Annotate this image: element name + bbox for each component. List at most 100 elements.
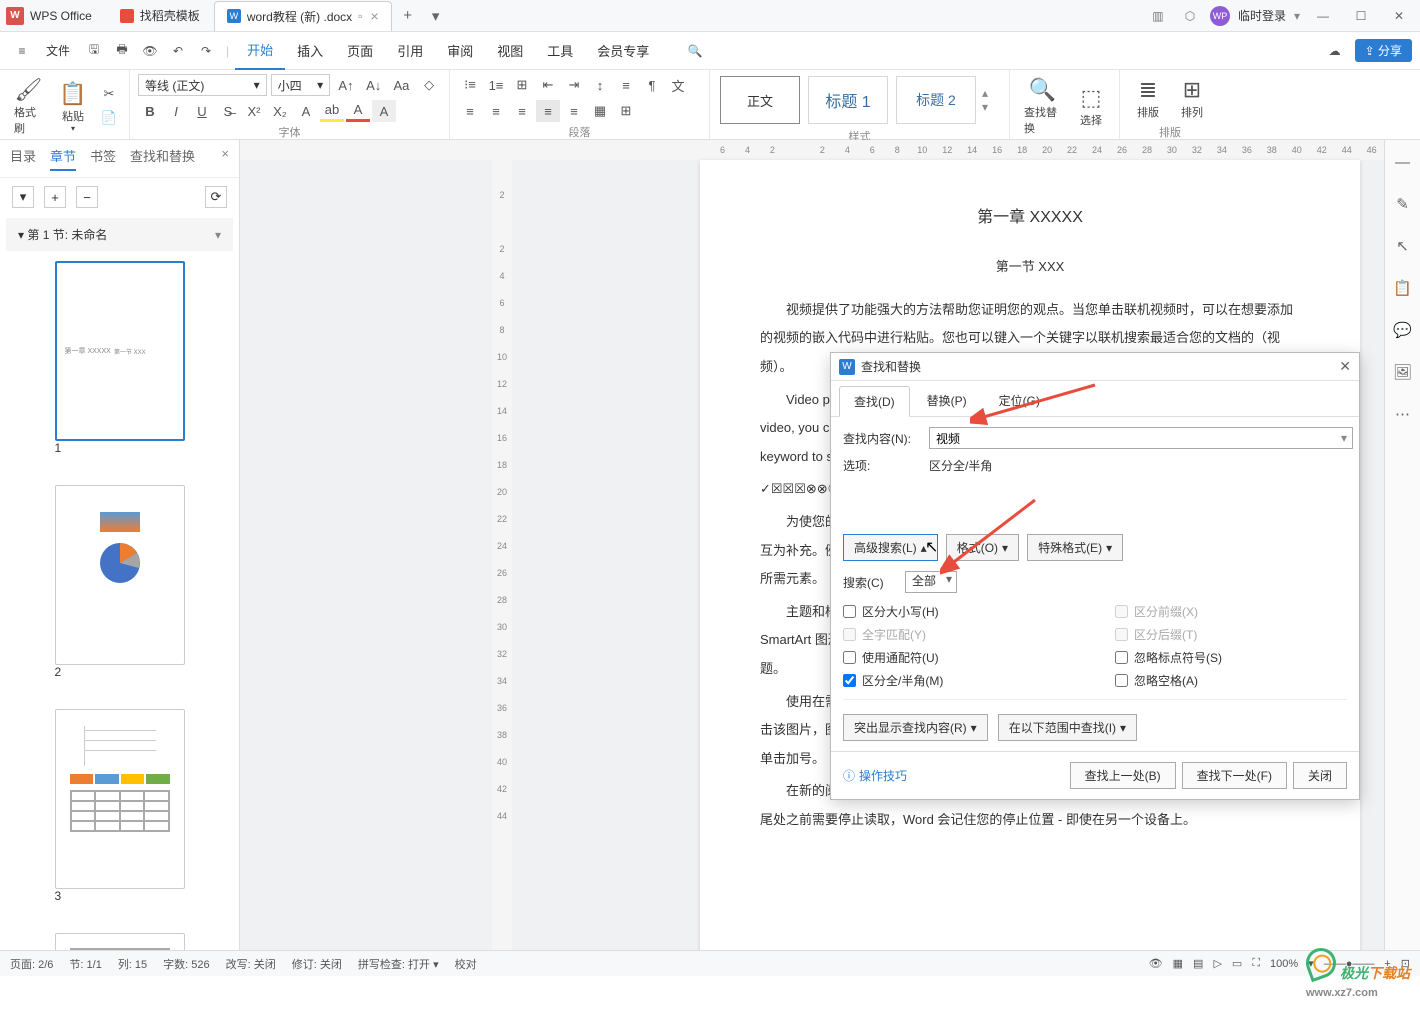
minus-icon[interactable]: — [1391,150,1415,174]
menu-start[interactable]: 开始 [235,32,285,70]
menu-view[interactable]: 视图 [485,32,535,70]
read-view-icon[interactable]: ▭ [1232,957,1242,970]
increase-font-icon[interactable]: A↑ [334,74,358,96]
tab-find[interactable]: 查找(D) [839,386,910,417]
find-in-button[interactable]: 在以下范围中查找(I) ▾ [998,714,1137,741]
check-wildcard[interactable]: 使用通配符(U) [843,649,1075,666]
close-button[interactable]: ✕ [1384,6,1414,26]
decrease-indent-icon[interactable]: ⇤ [536,74,560,96]
line-spacing-icon[interactable]: ≡ [614,74,638,96]
paste-button[interactable]: 📋粘贴▾ [53,78,93,135]
login-status[interactable]: 临时登录 [1238,7,1286,24]
status-page[interactable]: 页面: 2/6 [10,956,53,972]
cube-icon[interactable]: ⬡ [1178,4,1202,28]
check-punct[interactable]: 忽略标点符号(S) [1115,649,1347,666]
check-width[interactable]: 区分全/半角(M) [843,672,1075,689]
font-name-select[interactable]: 等线 (正文)▾ [138,74,267,96]
chat-icon[interactable]: 💬 [1391,318,1415,342]
page-thumb-3[interactable] [55,709,185,889]
remove-button[interactable]: − [76,186,98,208]
text-effect-icon[interactable]: A [294,100,318,122]
page-thumb-4[interactable] [55,933,185,950]
show-marks-icon[interactable]: ¶ [640,74,664,96]
menu-tools[interactable]: 工具 [535,32,585,70]
advanced-search-button[interactable]: 高级搜索(L) ▴ [843,534,938,561]
clear-format-icon[interactable]: ◇ [417,74,441,96]
align-right-icon[interactable]: ≡ [510,100,534,122]
more-icon[interactable]: ⋯ [1391,402,1415,426]
close-button[interactable]: 关闭 [1293,762,1347,789]
highlight-icon[interactable]: ab [320,100,344,122]
print-icon[interactable]: 🖶 [108,37,136,65]
format-painter-button[interactable]: 🖌格式刷 [8,74,49,138]
increase-indent-icon[interactable]: ⇥ [562,74,586,96]
collapse-button[interactable]: ▾ [12,186,34,208]
maximize-button[interactable]: ☐ [1346,6,1376,26]
align-button[interactable]: ⊞排列 [1172,74,1212,122]
check-space[interactable]: 忽略空格(A) [1115,672,1347,689]
nav-tab-find[interactable]: 查找和替换 [130,146,195,171]
menu-icon[interactable]: ≡ [8,37,36,65]
align-left-icon[interactable]: ≡ [458,100,482,122]
find-prev-button[interactable]: 查找上一处(B) [1070,762,1176,789]
fullscreen-icon[interactable]: ⛶ [1252,957,1260,970]
superscript-icon[interactable]: X² [242,100,266,122]
file-menu[interactable]: 文件 [46,42,70,59]
status-column[interactable]: 列: 15 [118,956,147,972]
refresh-button[interactable]: ⟳ [205,186,227,208]
grid-view-icon[interactable]: ▦ [1173,957,1183,970]
clipboard-icon[interactable]: 📋 [1391,276,1415,300]
multilevel-icon[interactable]: ⊞ [510,74,534,96]
char-shading-icon[interactable]: A [372,100,396,122]
status-proof[interactable]: 校对 [455,956,477,972]
style-h2[interactable]: 标题 2 [896,76,976,124]
redo-icon[interactable]: ↷ [192,37,220,65]
shading-icon[interactable]: ▦ [588,100,612,122]
strike-icon[interactable]: S̶ [216,100,240,122]
text-direction-icon[interactable]: 文 [666,74,690,96]
ruler-horizontal[interactable]: 6422468101214161820222426283032343638404… [240,140,1384,160]
bullet-list-icon[interactable]: ⁝≡ [458,74,482,96]
close-icon[interactable]: × [370,8,378,24]
find-next-button[interactable]: 查找下一处(F) [1182,762,1287,789]
font-size-select[interactable]: 小四▾ [271,74,330,96]
format-button[interactable]: 格式(O) ▾ [946,534,1019,561]
status-section[interactable]: 节: 1/1 [69,956,101,972]
find-replace-button[interactable]: 🔍查找替换 [1018,74,1067,138]
preview-icon[interactable]: 👁 [136,37,164,65]
tab-dropdown-icon[interactable]: ▫ [358,9,362,23]
minimize-button[interactable]: — [1308,6,1338,26]
align-justify-icon[interactable]: ≡ [536,100,560,122]
nav-tab-toc[interactable]: 目录 [10,146,36,171]
menu-member[interactable]: 会员专享 [585,32,661,70]
save-icon[interactable]: 🖫 [80,37,108,65]
zoom-display[interactable]: 100% [1270,958,1298,970]
cloud-icon[interactable]: ☁ [1321,37,1349,65]
search-icon[interactable]: 🔍 [681,37,709,65]
highlight-button[interactable]: 突出显示查找内容(R) ▾ [843,714,988,741]
arrange-button[interactable]: ≣排版 [1128,74,1168,122]
tips-link[interactable]: ⓘ 操作技巧 [843,767,907,784]
borders-icon[interactable]: ⊞ [614,100,638,122]
check-case[interactable]: 区分大小写(H) [843,603,1075,620]
menu-page[interactable]: 页面 [335,32,385,70]
align-dist-icon[interactable]: ≡ [562,100,586,122]
page-thumb-2[interactable] [55,485,185,665]
tab-template[interactable]: 找稻壳模板 [108,1,212,31]
select-button[interactable]: ⬚选择 [1071,82,1111,130]
tab-replace[interactable]: 替换(P) [912,385,982,416]
section-item[interactable]: ▾ 第 1 节: 未命名▾ [6,218,233,251]
change-case-icon[interactable]: Aa [390,74,414,96]
avatar[interactable]: WP [1210,6,1230,26]
number-list-icon[interactable]: 1≡ [484,74,508,96]
status-spell[interactable]: 拼写检查: 打开 ▾ [358,956,439,972]
eye-icon[interactable]: 👁 [1149,957,1163,970]
page-thumb-1[interactable]: 第一章 XXXXX 第一节 XXX [55,261,185,441]
status-track[interactable]: 改写: 关闭 [226,956,276,972]
tab-goto[interactable]: 定位(G) [984,385,1055,416]
align-center-icon[interactable]: ≡ [484,100,508,122]
undo-icon[interactable]: ↶ [164,37,192,65]
close-icon[interactable]: × [221,146,229,171]
ruler-vertical[interactable]: 2246810121416182022242628303234363840424… [492,160,512,950]
share-button[interactable]: ⇪ 分享 [1355,39,1412,62]
